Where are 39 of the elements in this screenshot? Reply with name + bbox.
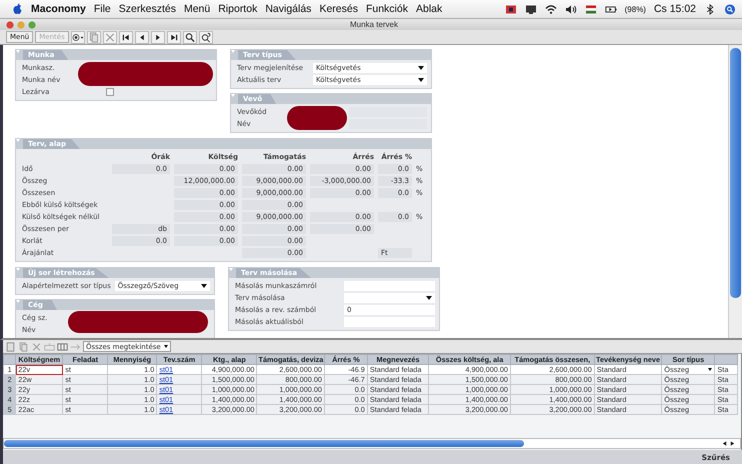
next-icon[interactable] <box>150 30 165 44</box>
menu-item[interactable]: Szerkesztés <box>118 3 176 15</box>
menu-item[interactable]: Navigálás <box>265 3 312 15</box>
query-icon[interactable] <box>198 30 213 44</box>
scrollbar[interactable] <box>728 45 742 338</box>
previous-icon[interactable] <box>134 30 149 44</box>
copy-icon[interactable] <box>18 342 29 352</box>
menu-item[interactable]: Menü <box>184 3 210 15</box>
first-icon[interactable] <box>118 30 133 44</box>
search-icon[interactable] <box>724 4 736 14</box>
window-title: Munka tervek <box>350 20 398 29</box>
menu-item[interactable]: Funkciók <box>366 3 408 15</box>
battery-percent: (98%) <box>624 4 646 14</box>
view-icon[interactable] <box>70 30 85 44</box>
delete-icon[interactable] <box>31 342 42 352</box>
menu-item[interactable]: File <box>94 3 111 15</box>
menu-item[interactable]: Keresés <box>319 3 358 15</box>
last-icon[interactable] <box>166 30 181 44</box>
menu-item[interactable]: Riportok <box>218 3 258 15</box>
checkbox[interactable] <box>106 88 114 96</box>
apple-icon[interactable] <box>12 3 23 15</box>
wifi-icon[interactable] <box>544 4 557 14</box>
scroll-left-icon[interactable] <box>721 440 728 447</box>
flag-icon[interactable] <box>504 4 517 14</box>
battery-icon[interactable] <box>604 4 617 14</box>
bluetooth-icon[interactable] <box>704 4 716 14</box>
clock[interactable]: Cs 15:02 <box>654 3 696 15</box>
app-menu[interactable]: Maconomy <box>31 3 86 15</box>
menu-item[interactable]: Ablak <box>416 3 442 15</box>
speaker-icon[interactable] <box>564 4 577 14</box>
new-row-icon[interactable] <box>5 342 16 352</box>
close-icon[interactable] <box>6 20 14 28</box>
zoom-icon[interactable] <box>28 20 36 28</box>
scroll-right-icon[interactable] <box>729 440 736 447</box>
search-icon[interactable] <box>182 30 197 44</box>
scrollbar[interactable] <box>3 438 741 449</box>
display-icon[interactable] <box>524 4 537 14</box>
redaction-mark <box>287 106 347 130</box>
grid-icon[interactable] <box>57 342 68 352</box>
